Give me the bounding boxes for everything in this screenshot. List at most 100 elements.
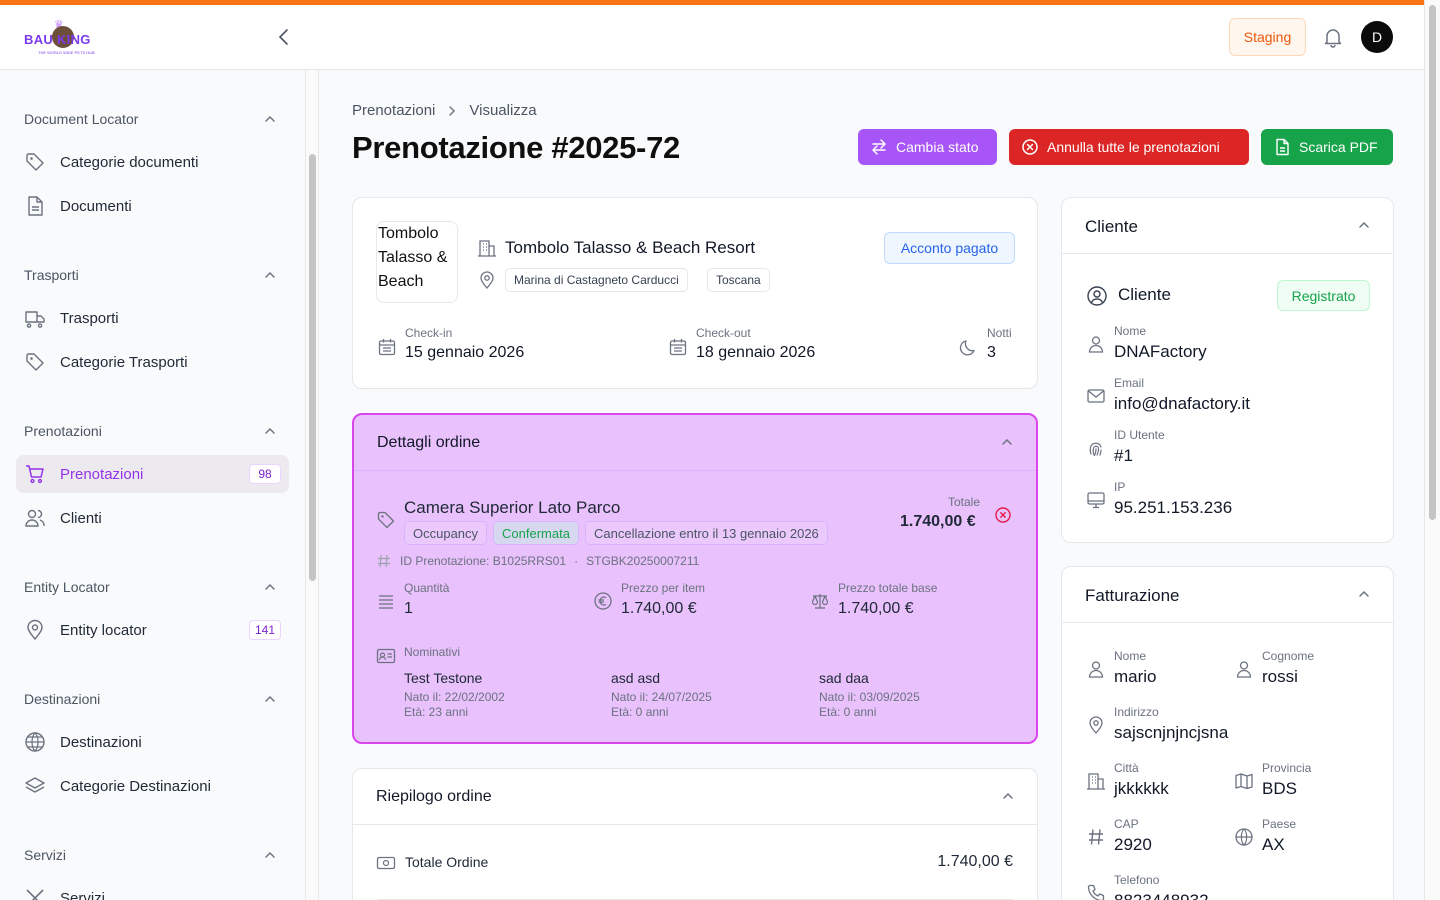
sidebar-item-categorie-destinazioni[interactable]: Categorie Destinazioni: [16, 767, 289, 805]
chevron-up-icon[interactable]: [263, 692, 277, 706]
guests-label: Nominativi: [404, 645, 461, 659]
chevron-up-icon[interactable]: [263, 268, 277, 282]
chevron-up-icon[interactable]: [263, 848, 277, 862]
breadcrumb: Prenotazioni Visualizza: [352, 102, 537, 119]
billing-province-label: Provincia: [1262, 761, 1312, 775]
sidebar-item-entity-locator[interactable]: Entity locator 141: [16, 611, 289, 649]
sidebar-item-clienti[interactable]: Clienti: [16, 499, 289, 537]
guest-birthdate: Nato il: 24/07/2025: [611, 690, 712, 704]
guest-name: Test Testone: [404, 670, 483, 686]
sidebar-item-servizi[interactable]: Servizi: [16, 879, 289, 900]
page-scrollbar[interactable]: [1424, 0, 1440, 900]
chevron-up-icon[interactable]: [263, 580, 277, 594]
checkin-value: 15 gennaio 2026: [405, 344, 525, 361]
billing-last-name-label: Cognome: [1262, 649, 1315, 663]
chevron-up-icon[interactable]: [1000, 435, 1014, 449]
sidebar-item-categorie-documenti[interactable]: Categorie documenti: [16, 143, 289, 181]
base-total-value: 1.740,00 €: [838, 600, 914, 617]
unit-price-value: 1.740,00 €: [621, 600, 697, 617]
sidebar-item-categorie-trasporti[interactable]: Categorie Trasporti: [16, 343, 289, 381]
guest-birthdate: Nato il: 22/02/2002: [404, 690, 505, 704]
client-section-title: Cliente: [1085, 217, 1138, 236]
guest-entry: sad daa Nato il: 03/09/2025 Età: 0 anni: [819, 670, 1019, 719]
billing-country-label: Paese: [1262, 817, 1297, 831]
sidebar-item-label: Documenti: [60, 197, 132, 215]
user-icon: [1086, 334, 1106, 354]
order-summary-header[interactable]: Riepilogo ordine: [353, 769, 1037, 825]
chevron-up-icon[interactable]: [1357, 218, 1371, 232]
client-email-value[interactable]: info@dnafactory.it: [1114, 394, 1250, 414]
billing-header[interactable]: Fatturazione: [1062, 567, 1393, 623]
collapse-sidebar-chevron-left-icon[interactable]: [274, 27, 294, 47]
truck-icon: [24, 307, 46, 329]
sidebar-group-trasporti[interactable]: Trasporti: [24, 267, 79, 283]
payment-status-badge: Acconto pagato: [884, 232, 1015, 264]
sidebar-item-destinazioni[interactable]: Destinazioni: [16, 723, 289, 761]
swap-arrows-icon: [872, 139, 886, 155]
page-scrollbar-thumb[interactable]: [1429, 5, 1436, 520]
cancel-item-circle-x-icon[interactable]: [994, 506, 1012, 524]
fingerprint-icon: [1086, 438, 1106, 458]
billing-country-value: AX: [1262, 835, 1285, 854]
map-icon: [1234, 771, 1254, 791]
users-icon: [24, 507, 46, 529]
sidebar-group-servizi[interactable]: Servizi: [24, 847, 66, 863]
cart-icon: [24, 463, 46, 485]
unit-price-label: Prezzo per item: [621, 581, 706, 595]
page-title: Prenotazione #2025-72: [352, 130, 680, 165]
client-ip-label: IP: [1114, 480, 1126, 494]
pin-icon: [1086, 715, 1106, 735]
sidebar-group-document-locator[interactable]: Document Locator: [24, 111, 138, 127]
sidebar-item-documenti[interactable]: Documenti: [16, 187, 289, 225]
cancel-all-bookings-button[interactable]: Annulla tutte le prenotazioni: [1009, 129, 1249, 165]
sidebar-item-trasporti[interactable]: Trasporti: [16, 299, 289, 337]
order-total-value: 1.740,00 €: [937, 853, 1013, 870]
client-ip-value: 95.251.153.236: [1114, 498, 1233, 517]
chevron-up-icon[interactable]: [1357, 587, 1371, 601]
sidebar-scrollbar[interactable]: [307, 70, 319, 900]
sidebar-scrollbar-thumb[interactable]: [309, 154, 316, 581]
hotel-card: Tombolo Talasso & Beach Tombolo Talasso …: [352, 197, 1038, 389]
billing-first-name-value: mario: [1114, 667, 1157, 686]
user-icon: [1234, 659, 1254, 679]
chevron-up-icon[interactable]: [263, 424, 277, 438]
billing-section-title: Fatturazione: [1085, 586, 1180, 605]
hash-icon: [1086, 827, 1106, 847]
chevron-up-icon[interactable]: [263, 112, 277, 126]
sidebar-item-label: Servizi: [60, 889, 106, 900]
main-content: Prenotazioni Visualizza Prenotazione #20…: [320, 70, 1424, 900]
order-summary-card: Riepilogo ordine Totale Ordine 1.740,00 …: [352, 768, 1038, 900]
logo-tagline: THE WORLD WIDE PETS HUB: [38, 50, 95, 55]
registered-status-badge: Registrato: [1277, 280, 1370, 311]
client-header[interactable]: Cliente: [1062, 198, 1393, 254]
guest-birthdate: Nato il: 03/09/2025: [819, 690, 920, 704]
billing-province-value: BDS: [1262, 779, 1297, 798]
sidebar-item-prenotazioni[interactable]: Prenotazioni 98: [16, 455, 289, 493]
breadcrumb-current: Visualizza: [469, 102, 537, 119]
chevron-up-icon[interactable]: [1001, 789, 1015, 803]
monitor-icon: [1086, 490, 1106, 510]
count-badge: 98: [249, 464, 281, 484]
chevron-right-icon: [445, 104, 459, 118]
user-circle-icon: [1086, 285, 1108, 307]
sidebar-group-prenotazioni[interactable]: Prenotazioni: [24, 423, 102, 439]
download-pdf-button[interactable]: Scarica PDF: [1261, 129, 1393, 165]
sidebar-item-label: Prenotazioni: [60, 465, 144, 483]
client-name-label: Nome: [1114, 324, 1147, 338]
order-details-header[interactable]: Dettagli ordine: [354, 415, 1036, 471]
tag-icon: [24, 351, 46, 373]
billing-card: Fatturazione Nome mario Cognome rossi In…: [1061, 566, 1394, 900]
sidebar-item-label: Categorie Destinazioni: [60, 777, 211, 795]
user-avatar[interactable]: D: [1361, 21, 1393, 53]
sidebar-group-destinazioni[interactable]: Destinazioni: [24, 691, 100, 707]
bell-icon[interactable]: [1322, 26, 1344, 48]
client-id-label: ID Utente: [1114, 428, 1165, 442]
environment-badge: Staging: [1229, 18, 1306, 56]
quantity-value: 1: [404, 600, 413, 617]
phone-icon: [1086, 883, 1106, 900]
sidebar-group-entity-locator[interactable]: Entity Locator: [24, 579, 110, 595]
booking-id-separator: ·: [574, 554, 579, 568]
breadcrumb-root-link[interactable]: Prenotazioni: [352, 102, 435, 119]
change-state-button[interactable]: Cambia stato: [858, 129, 997, 165]
app-logo[interactable]: ♛ BAU KING THE WORLD WIDE PETS HUB: [24, 18, 104, 58]
